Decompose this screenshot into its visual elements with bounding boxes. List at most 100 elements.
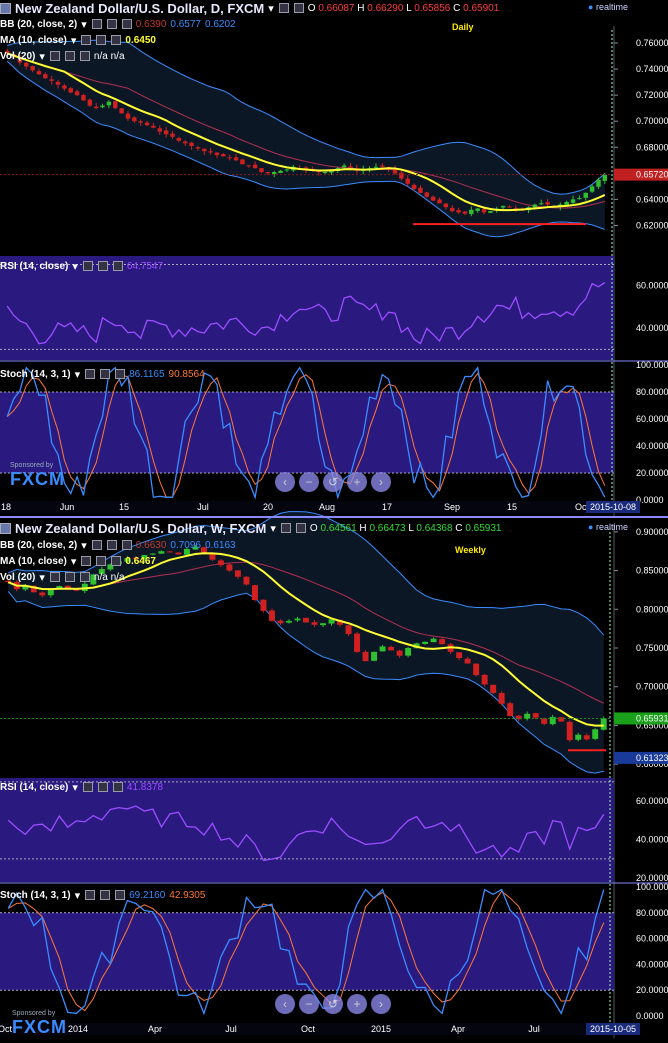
gear-icon[interactable] <box>106 540 117 550</box>
bottom-symbol-title[interactable]: New Zealand Dollar/U.S. Dollar, W, FXCM <box>15 521 266 536</box>
settings-icon[interactable] <box>280 523 291 533</box>
gear-icon[interactable] <box>100 890 111 900</box>
close-icon[interactable] <box>121 19 132 29</box>
candle-body <box>30 66 35 71</box>
gear-icon[interactable] <box>100 369 111 379</box>
chevron-left-icon[interactable]: ‹ <box>275 994 295 1014</box>
price-tick-label: 0.70000 <box>636 682 668 692</box>
top-symbol-title[interactable]: New Zealand Dollar/U.S. Dollar, D, FXCM <box>15 1 264 16</box>
close-icon[interactable] <box>115 369 126 379</box>
candle-body <box>541 718 548 724</box>
gear-icon[interactable] <box>97 782 108 792</box>
bottom-nav-controls[interactable]: ‹ − ↺ + › <box>275 994 391 1014</box>
price-tick-label: 0.74000 <box>636 64 668 74</box>
candle-body <box>498 693 505 704</box>
zoom-in-icon[interactable]: + <box>347 472 367 492</box>
eye-icon[interactable] <box>49 572 60 582</box>
close-icon[interactable] <box>293 3 304 13</box>
eye-icon[interactable] <box>82 261 93 271</box>
candle-body <box>311 622 318 625</box>
reset-icon[interactable]: ↺ <box>323 472 343 492</box>
eye-icon[interactable] <box>81 556 92 566</box>
gear-icon[interactable] <box>64 572 75 582</box>
eye-icon[interactable] <box>91 540 102 550</box>
stoch-tick-label: 60.0000 <box>636 414 668 424</box>
gear-icon[interactable] <box>64 51 75 61</box>
eye-icon[interactable] <box>81 35 92 45</box>
candle-body <box>481 209 487 213</box>
settings-icon[interactable] <box>278 3 289 13</box>
close-icon[interactable] <box>121 540 132 550</box>
bb-lower: 0.6163 <box>204 539 236 551</box>
bottom-vol-legend[interactable]: Vol (20) ▾ n/a n/a <box>0 569 125 585</box>
zoom-out-icon[interactable]: − <box>299 994 319 1014</box>
candle-body <box>380 165 385 167</box>
close-icon[interactable] <box>295 523 306 533</box>
candle-body <box>252 164 258 169</box>
zoom-in-icon[interactable]: + <box>347 994 367 1014</box>
close-icon[interactable] <box>115 890 126 900</box>
zoom-out-icon[interactable]: − <box>299 472 319 492</box>
time-tick-label: Jul <box>528 1024 540 1034</box>
price-tick-label: 0.90000 <box>636 527 668 537</box>
candle-body <box>157 128 162 132</box>
stoch-tick-label: 0.0000 <box>636 1011 664 1021</box>
price-tick-label: 0.72000 <box>636 90 668 100</box>
gear-icon[interactable] <box>97 261 108 271</box>
close-icon[interactable] <box>79 572 90 582</box>
eye-icon[interactable] <box>85 890 96 900</box>
chevron-right-icon[interactable]: › <box>371 994 391 1014</box>
top-bb-legend[interactable]: BB (20, close, 2) ▾ 0.6390 0.6577 0.6202 <box>0 16 236 32</box>
bottom-ma-legend[interactable]: MA (10, close) ▾ 0.6467 <box>0 553 156 569</box>
l-label: L <box>408 522 414 534</box>
chart-menu-icon[interactable] <box>0 522 11 534</box>
candle-body <box>418 187 423 193</box>
close-icon[interactable] <box>111 556 122 566</box>
gear-icon[interactable] <box>96 35 107 45</box>
realtime-label: realtime <box>595 2 628 12</box>
candle-body <box>243 576 250 585</box>
bottom-stoch-legend[interactable]: Stoch (14, 3, 1) ▾ 69.2160 42.9305 <box>0 887 205 903</box>
chevron-left-icon[interactable]: ‹ <box>275 472 295 492</box>
dropdown-arrow-icon[interactable]: ▾ <box>268 2 274 15</box>
close-icon[interactable] <box>111 35 122 45</box>
gear-icon[interactable] <box>106 19 117 29</box>
candle-body <box>507 703 514 717</box>
close-icon[interactable] <box>79 51 90 61</box>
candle-body <box>388 646 395 651</box>
candle-body <box>113 101 118 109</box>
eye-icon[interactable] <box>49 51 60 61</box>
stoch-pane-bg <box>0 912 614 991</box>
top-ma-legend[interactable]: MA (10, close) ▾ 0.6450 <box>0 32 156 48</box>
eye-icon[interactable] <box>91 19 102 29</box>
close-icon[interactable] <box>112 261 123 271</box>
vol-label: Vol (20) <box>0 571 36 583</box>
candle-body <box>144 122 150 126</box>
o-label: O <box>309 522 318 534</box>
candle-body <box>271 172 277 175</box>
bottom-rsi-legend[interactable]: RSI (14, close) ▾ 41.8378 <box>0 779 163 795</box>
eye-icon[interactable] <box>85 369 96 379</box>
top-vol-legend[interactable]: Vol (20) ▾ n/a n/a <box>0 48 125 64</box>
bottom-bb-legend[interactable]: BB (20, close, 2) ▾ 0.6630 0.7096 0.6163 <box>0 537 236 553</box>
top-rsi-legend[interactable]: RSI (14, close) ▾ 64.7547 <box>0 258 163 274</box>
eye-icon[interactable] <box>82 782 93 792</box>
chevron-right-icon[interactable]: › <box>371 472 391 492</box>
candle-body <box>443 203 449 208</box>
candle-body <box>464 658 471 664</box>
stoch-tick-label: 20.0000 <box>636 468 668 478</box>
dropdown-arrow-icon[interactable]: ▾ <box>270 522 276 535</box>
top-nav-controls[interactable]: ‹ − ↺ + › <box>275 472 391 492</box>
candle-body <box>488 211 493 213</box>
gear-icon[interactable] <box>96 556 107 566</box>
close-icon[interactable] <box>112 782 123 792</box>
candle-body <box>507 206 512 208</box>
reset-icon[interactable]: ↺ <box>323 994 343 1014</box>
time-tick-label: Jul <box>197 502 209 512</box>
time-tick-label: Apr <box>148 1024 162 1034</box>
candle-body <box>39 592 46 596</box>
chart-menu-icon[interactable] <box>0 2 11 14</box>
candle-body <box>592 729 599 739</box>
top-stoch-legend[interactable]: Stoch (14, 3, 1) ▾ 86.1165 90.8564 <box>0 366 205 382</box>
candle-body <box>217 560 224 566</box>
